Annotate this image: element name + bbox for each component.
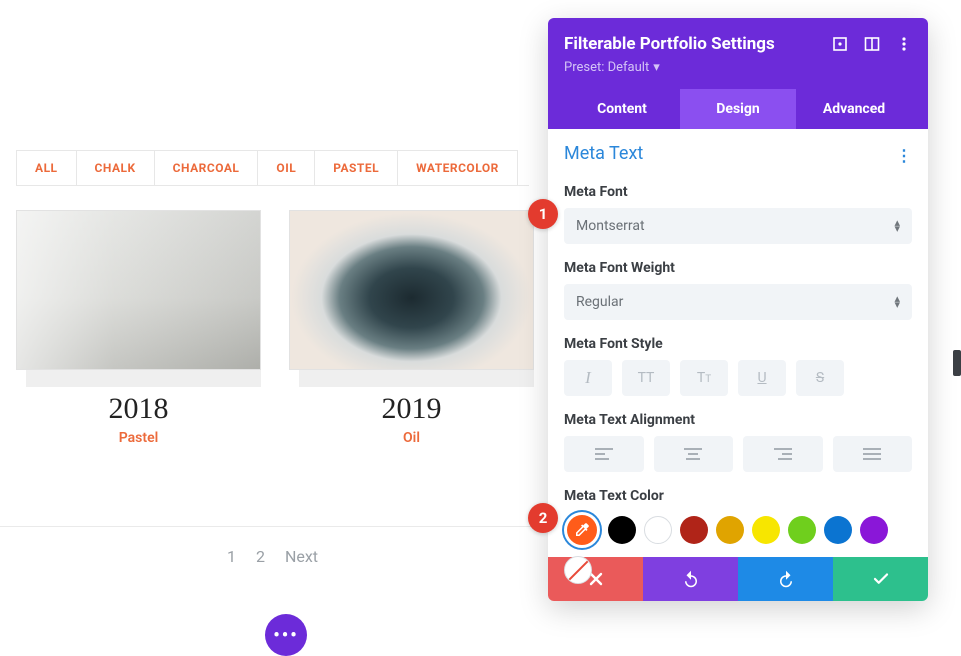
more-vert-icon[interactable]	[896, 36, 912, 52]
filter-tab-watercolor[interactable]: WATERCOLOR	[397, 150, 518, 185]
annotation-badge-2: 2	[528, 503, 558, 533]
underline-button[interactable]: U	[738, 360, 786, 396]
tab-content[interactable]: Content	[564, 89, 680, 129]
portfolio-title: 2019	[289, 392, 534, 426]
meta-align-label: Meta Text Alignment	[564, 412, 912, 428]
preset-label: Preset: Default	[564, 60, 649, 75]
portfolio-title: 2018	[16, 392, 261, 426]
align-center-button[interactable]	[654, 436, 734, 472]
cancel-button[interactable]	[548, 557, 643, 601]
portfolio-grid: 2018 Pastel 2019 Oil	[0, 210, 545, 446]
align-left-button[interactable]	[564, 436, 644, 472]
columns-icon[interactable]	[864, 36, 880, 52]
scrollbar-thumb[interactable]	[953, 350, 961, 376]
chevron-down-icon: ▾	[653, 60, 660, 75]
select-caret-icon: ▴▾	[894, 296, 900, 308]
align-right-icon	[773, 447, 793, 461]
panel-body: Meta Text ⋮ Meta Font Montserrat ▴▾ Meta…	[548, 129, 928, 549]
filter-tab-oil[interactable]: OIL	[257, 150, 315, 185]
portfolio-item[interactable]: 2019 Oil	[289, 210, 534, 446]
portfolio-preview: ALL CHALK CHARCOAL OIL PASTEL WATERCOLOR…	[0, 0, 545, 645]
color-picker-button[interactable]	[564, 512, 600, 548]
select-caret-icon: ▴▾	[894, 220, 900, 232]
meta-style-label: Meta Font Style	[564, 336, 912, 352]
portfolio-thumb	[16, 210, 261, 380]
eyedropper-icon	[573, 521, 591, 539]
color-swatch-blue[interactable]	[824, 516, 852, 544]
align-left-icon	[594, 447, 614, 461]
more-icon: •••	[273, 625, 298, 646]
section-more-icon[interactable]: ⋮	[896, 146, 912, 165]
meta-weight-label: Meta Font Weight	[564, 260, 912, 276]
confirm-button[interactable]	[833, 557, 928, 601]
smallcaps-button[interactable]: TT	[680, 360, 728, 396]
meta-font-value: Montserrat	[576, 218, 645, 234]
meta-weight-value: Regular	[576, 294, 623, 310]
redo-icon	[777, 570, 795, 588]
strikethrough-button[interactable]: S	[796, 360, 844, 396]
tab-design[interactable]: Design	[680, 89, 796, 129]
text-align-buttons	[564, 436, 912, 472]
check-icon	[872, 570, 890, 588]
color-swatch-white[interactable]	[644, 516, 672, 544]
settings-panel: Filterable Portfolio Settings Preset: De…	[548, 18, 928, 601]
align-justify-button[interactable]	[833, 436, 913, 472]
italic-button[interactable]: I	[564, 360, 612, 396]
module-actions-button[interactable]: •••	[265, 614, 307, 656]
page-link[interactable]: 2	[256, 547, 265, 566]
filter-tabs: ALL CHALK CHARCOAL OIL PASTEL WATERCOLOR	[16, 150, 529, 186]
color-swatch-none[interactable]	[564, 556, 592, 584]
undo-button[interactable]	[643, 557, 738, 601]
tab-advanced[interactable]: Advanced	[796, 89, 912, 129]
portfolio-meta: Pastel	[16, 430, 261, 446]
uppercase-button[interactable]: TT	[622, 360, 670, 396]
color-swatch-yellow[interactable]	[752, 516, 780, 544]
color-swatch-amber[interactable]	[716, 516, 744, 544]
portfolio-thumb	[289, 210, 534, 380]
panel-tabs: Content Design Advanced	[564, 89, 912, 129]
meta-font-label: Meta Font	[564, 184, 912, 200]
font-style-buttons: I TT TT U S	[564, 360, 912, 396]
filter-tab-charcoal[interactable]: CHARCOAL	[154, 150, 259, 185]
redo-button[interactable]	[738, 557, 833, 601]
meta-color-label: Meta Text Color	[564, 488, 912, 504]
filter-tab-chalk[interactable]: CHALK	[76, 150, 155, 185]
meta-weight-select[interactable]: Regular ▴▾	[564, 284, 912, 320]
filter-tab-pastel[interactable]: PASTEL	[314, 150, 398, 185]
undo-icon	[682, 570, 700, 588]
page-link[interactable]: 1	[227, 547, 236, 566]
portfolio-item[interactable]: 2018 Pastel	[16, 210, 261, 446]
align-justify-icon	[862, 447, 882, 461]
section-title[interactable]: Meta Text	[564, 143, 643, 164]
align-right-button[interactable]	[743, 436, 823, 472]
pagination: 1 2 Next	[0, 526, 545, 586]
panel-footer	[548, 557, 928, 601]
panel-header: Filterable Portfolio Settings Preset: De…	[548, 18, 928, 129]
align-center-icon	[683, 447, 703, 461]
page-next-link[interactable]: Next	[285, 547, 318, 566]
color-swatch-green[interactable]	[788, 516, 816, 544]
color-swatch-black[interactable]	[608, 516, 636, 544]
meta-font-select[interactable]: Montserrat ▴▾	[564, 208, 912, 244]
filter-tab-all[interactable]: ALL	[16, 150, 77, 185]
annotation-badge-1: 1	[528, 199, 558, 229]
expand-icon[interactable]	[832, 36, 848, 52]
color-swatch-purple[interactable]	[860, 516, 888, 544]
portfolio-meta: Oil	[289, 430, 534, 446]
color-swatch-red[interactable]	[680, 516, 708, 544]
preset-dropdown[interactable]: Preset: Default ▾	[564, 60, 660, 75]
panel-title: Filterable Portfolio Settings	[564, 34, 775, 54]
